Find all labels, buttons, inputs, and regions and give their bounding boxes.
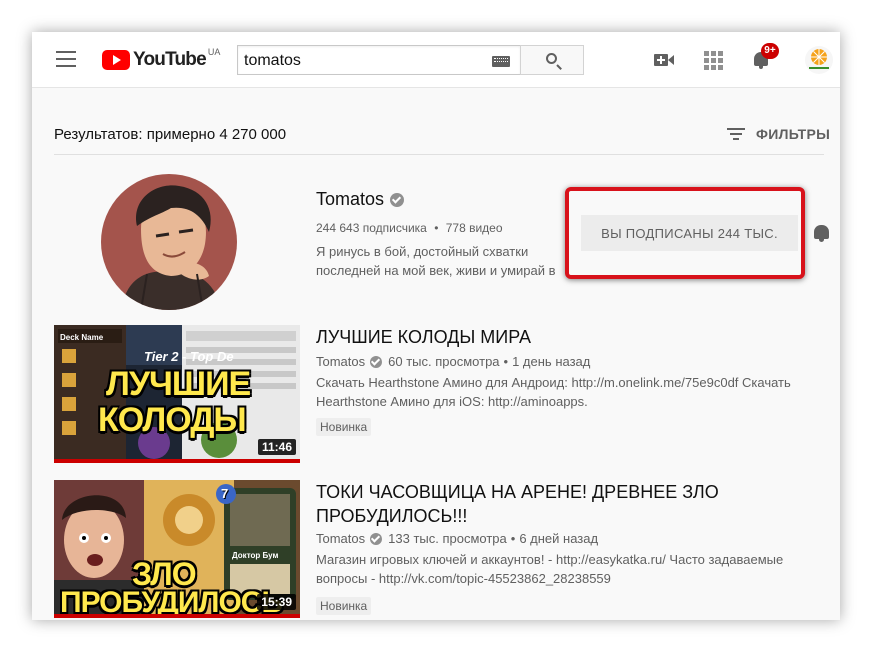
channel-notification-bell-icon[interactable] xyxy=(812,224,832,244)
meta-separator: • xyxy=(503,354,509,369)
masthead: YouTube UA 9+ xyxy=(32,32,840,88)
thumb-deck-label: Deck Name xyxy=(60,333,104,342)
create-video-icon[interactable] xyxy=(652,48,676,72)
thumb-card-name: Доктор Бум xyxy=(232,551,279,560)
video-description: Скачать Hearthstone Амино для Андроид: h… xyxy=(316,375,791,409)
keyboard-icon[interactable] xyxy=(492,56,510,67)
video-description: Магазин игровых ключей и аккаунтов! - ht… xyxy=(316,552,784,586)
video-thumbnail[interactable]: 7 Доктор Бум ЗЛО ПРОБУДИЛОСЬ 15:39 xyxy=(54,480,300,618)
channel-name: Tomatos xyxy=(316,189,385,209)
search-icon xyxy=(546,53,557,64)
channel-meta: 244 643 подписчика • 778 видео xyxy=(316,221,503,235)
filters-label: ФИЛЬТРЫ xyxy=(756,126,831,142)
thumb-card-cost: 7 xyxy=(221,486,229,501)
logo-text: YouTube xyxy=(133,49,207,70)
youtube-logo[interactable]: YouTube UA xyxy=(102,47,221,72)
channel-avatar[interactable] xyxy=(101,174,237,310)
verified-check-icon xyxy=(370,355,383,368)
new-badge: Новинка xyxy=(316,418,372,436)
video-title[interactable]: ЛУЧШИЕ КОЛОДЫ МИРА xyxy=(316,325,746,349)
video-age: 1 день назад xyxy=(512,354,591,369)
video-title[interactable]: ТОКИ ЧАСОВЩИЦА НА АРЕНЕ! ДРЕВНЕЕ ЗЛО ПРО… xyxy=(316,480,746,528)
thumb-line-2: КОЛОДЫ xyxy=(98,401,247,439)
menu-icon[interactable] xyxy=(56,51,76,69)
results-divider xyxy=(54,154,824,155)
video-channel-link[interactable]: Tomatos xyxy=(316,531,365,546)
channel-description: Я ринусь в бой, достойный схватки послед… xyxy=(316,244,556,278)
logo-region: UA xyxy=(207,47,221,57)
subscribed-button[interactable]: ВЫ ПОДПИСАНЫ 244 ТЫС. xyxy=(581,215,798,251)
video-views: 60 тыс. просмотра xyxy=(388,354,500,369)
meta-separator: • xyxy=(434,221,439,235)
thumb-header-text: Tier 2 - Top De xyxy=(144,349,234,364)
channel-video-count: 778 видео xyxy=(445,221,503,235)
search-input[interactable] xyxy=(244,51,484,71)
video-meta: Tomatos 133 тыс. просмотра • 6 дней наза… xyxy=(316,531,598,546)
verified-check-icon xyxy=(390,192,405,207)
youtube-play-icon xyxy=(102,50,130,70)
verified-check-icon xyxy=(370,532,383,545)
video-channel-link[interactable]: Tomatos xyxy=(316,354,365,369)
new-badge: Новинка xyxy=(316,597,372,615)
account-avatar[interactable] xyxy=(805,46,833,74)
channel-subscribers: 244 643 подписчика xyxy=(316,221,427,235)
watch-progress-bar xyxy=(54,459,300,463)
results-count: Результатов: примерно 4 270 000 xyxy=(54,126,287,143)
video-duration: 11:46 xyxy=(257,439,296,455)
search-button[interactable] xyxy=(520,45,584,75)
video-thumbnail[interactable]: Deck Name Tier 2 - Top De ЛУЧШИЕ КОЛОДЫ … xyxy=(54,325,300,463)
video-age: 6 дней назад xyxy=(519,531,599,546)
filters-button[interactable]: ФИЛЬТРЫ xyxy=(727,125,830,143)
thumb-line-1: ЛУЧШИЕ xyxy=(106,365,251,403)
video-duration: 15:39 xyxy=(257,594,296,610)
watch-progress-bar xyxy=(54,614,300,618)
video-views: 133 тыс. просмотра xyxy=(388,531,507,546)
search-box[interactable] xyxy=(237,45,521,75)
filter-icon xyxy=(727,127,745,141)
channel-name-link[interactable]: Tomatos xyxy=(316,189,405,210)
notification-count-badge: 9+ xyxy=(761,43,779,59)
meta-separator: • xyxy=(510,531,516,546)
youtube-window: YouTube UA 9+ Результато xyxy=(32,32,840,620)
video-meta: Tomatos 60 тыс. просмотра • 1 день назад xyxy=(316,354,590,369)
apps-grid-icon[interactable] xyxy=(701,48,725,72)
